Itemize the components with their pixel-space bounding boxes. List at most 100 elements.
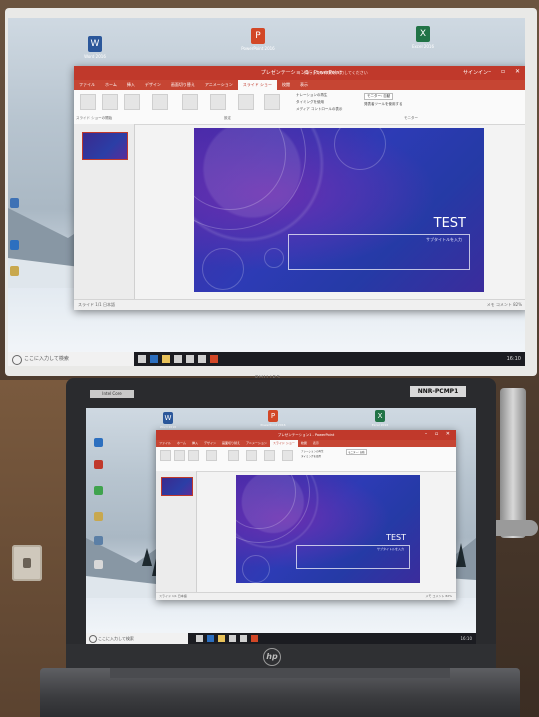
desktop-icon-left[interactable] [92,560,104,569]
from-beginning-icon[interactable] [80,94,96,110]
taskbar-search[interactable]: ここに入力して検索 [86,633,188,644]
tab-file[interactable]: ファイル [156,440,174,447]
desktop-wallpaper: W Word 2016 P PowerPoint 2016 X Excel 20… [86,408,476,644]
hide-slide-icon[interactable] [246,450,257,461]
custom-show-icon[interactable] [206,450,217,461]
desktop-icon-left[interactable] [92,536,104,545]
desktop-icon-excel[interactable]: X Excel 2016 [406,26,440,49]
desktop-icon-left[interactable] [92,486,104,495]
tab-view[interactable]: 表示 [295,80,313,90]
tab-insert[interactable]: 挿入 [189,440,201,447]
desktop-icon-word[interactable]: W Word 2016 [156,412,180,429]
option-timings[interactable]: タイミングを使用 [301,454,321,458]
tab-animations[interactable]: アニメーション [243,440,270,447]
option-media-controls[interactable]: メディア コントロールの表示 [296,107,342,112]
custom-show-icon[interactable] [152,94,168,110]
desktop-icon-left[interactable] [92,512,104,521]
slide-canvas[interactable]: TEST サブタイトルを入力 [194,128,484,292]
store-icon[interactable] [174,355,182,363]
option-narration[interactable]: ナレーションの再生 [296,93,327,98]
tab-review[interactable]: 校閲 [277,80,295,90]
tree [456,543,466,567]
mail-icon[interactable] [198,355,206,363]
rehearse-icon[interactable] [264,450,275,461]
excel-icon: X [416,26,430,42]
explorer-icon[interactable] [218,635,225,642]
desktop-icon-left[interactable] [92,438,104,447]
from-current-icon[interactable] [174,450,185,461]
monitor-select[interactable]: モニター: 自動 [346,449,367,455]
tell-me-box[interactable]: 実行したい作業を入力してください [304,70,368,76]
tab-home[interactable]: ホーム [100,80,122,90]
desktop-icon-left[interactable] [8,266,20,276]
taskview-icon[interactable] [138,355,146,363]
powerpoint-window[interactable]: プレゼンテーション1 - PowerPoint 実行したい作業を入力してください… [74,66,525,310]
system-tray[interactable]: 16:10 [460,633,472,644]
slide-thumbnail[interactable] [82,132,128,160]
edge-icon[interactable] [207,635,214,642]
powerpoint-taskbar-icon[interactable] [210,355,218,363]
tab-transitions[interactable]: 画面切り替え [219,440,243,447]
tab-transitions[interactable]: 画面切り替え [166,80,200,90]
window-controls[interactable]: – ▫ ✕ [488,68,524,75]
desktop-icon-powerpoint[interactable]: P PowerPoint 2016 [238,28,278,51]
tab-view[interactable]: 表示 [310,440,322,447]
rehearse-icon[interactable] [238,94,254,110]
powerpoint-window[interactable]: プレゼンテーション1 - PowerPoint – ▫ ✕ ファイル ホーム 挿… [156,430,456,600]
desktop-icon-excel[interactable]: X Excel 2016 [368,410,392,427]
option-narration[interactable]: ナレーションの再生 [301,449,323,453]
present-online-icon[interactable] [124,94,140,110]
slide-title[interactable]: TEST [386,533,406,542]
sign-in-link[interactable]: サインイン [463,69,488,76]
tab-review[interactable]: 校閲 [298,440,310,447]
taskview-icon[interactable] [196,635,203,642]
system-tray[interactable]: 16:10 [507,352,521,366]
tab-slideshow[interactable]: スライド ショー [237,80,278,90]
tab-design[interactable]: デザイン [140,80,166,90]
ribbon: ナレーションの再生 タイミングを使用 モニター: 自動 [156,447,456,472]
powerpoint-taskbar-icon[interactable] [251,635,258,642]
present-online-icon[interactable] [188,450,199,461]
slide-thumbnail-pane [74,124,135,300]
slide-thumbnail[interactable] [161,477,193,496]
setup-show-icon[interactable] [228,450,239,461]
edge-icon[interactable] [150,355,158,363]
slide-thumbnail-pane [156,471,197,593]
slide-title[interactable]: TEST [434,216,466,231]
from-beginning-icon[interactable] [160,450,171,461]
record-icon[interactable] [282,450,293,461]
option-presenter-view[interactable]: 発表者ツールを使用する [364,102,403,107]
desktop-icon-left[interactable] [8,240,20,250]
window-controls[interactable]: – ▫ ✕ [425,431,453,437]
tab-slideshow[interactable]: スライド ショー [269,440,298,447]
explorer-icon[interactable] [162,355,170,363]
camera-icon[interactable] [186,355,194,363]
slide-decor-ring [242,555,270,583]
tab-file[interactable]: ファイル [74,80,100,90]
slide-canvas[interactable]: TEST サブタイトルを入力 [236,475,420,583]
desktop-icon-left[interactable] [8,198,20,208]
laptop-screen: W Word 2016 P PowerPoint 2016 X Excel 20… [86,408,476,644]
slide-subtitle: サブタイトルを入力 [376,547,404,551]
desktop-icon-powerpoint[interactable]: P PowerPoint 2016 [258,410,288,427]
option-timings[interactable]: タイミングを使用 [296,100,324,105]
hide-slide-icon[interactable] [210,94,226,110]
tab-animations[interactable]: アニメーション [200,80,238,90]
mail-icon[interactable] [240,635,247,642]
store-icon[interactable] [229,635,236,642]
monitor-select[interactable]: モニター: 自動 [364,93,394,100]
desktop-icon-word[interactable]: W Word 2016 [80,36,110,59]
folder-icon [93,512,103,521]
setup-show-icon[interactable] [182,94,198,110]
monitor-stand-pole [500,388,526,538]
tab-home[interactable]: ホーム [174,440,189,447]
hp-logo: hp [263,648,281,666]
tab-insert[interactable]: 挿入 [122,80,140,90]
from-current-icon[interactable] [102,94,118,110]
status-right: メモ コメント 82% [425,594,452,598]
taskbar-search[interactable]: ここに入力して検索 [8,352,134,366]
record-icon[interactable] [264,94,280,110]
word-icon: W [163,412,173,424]
tab-design[interactable]: デザイン [201,440,219,447]
desktop-icon-left[interactable] [92,460,104,469]
